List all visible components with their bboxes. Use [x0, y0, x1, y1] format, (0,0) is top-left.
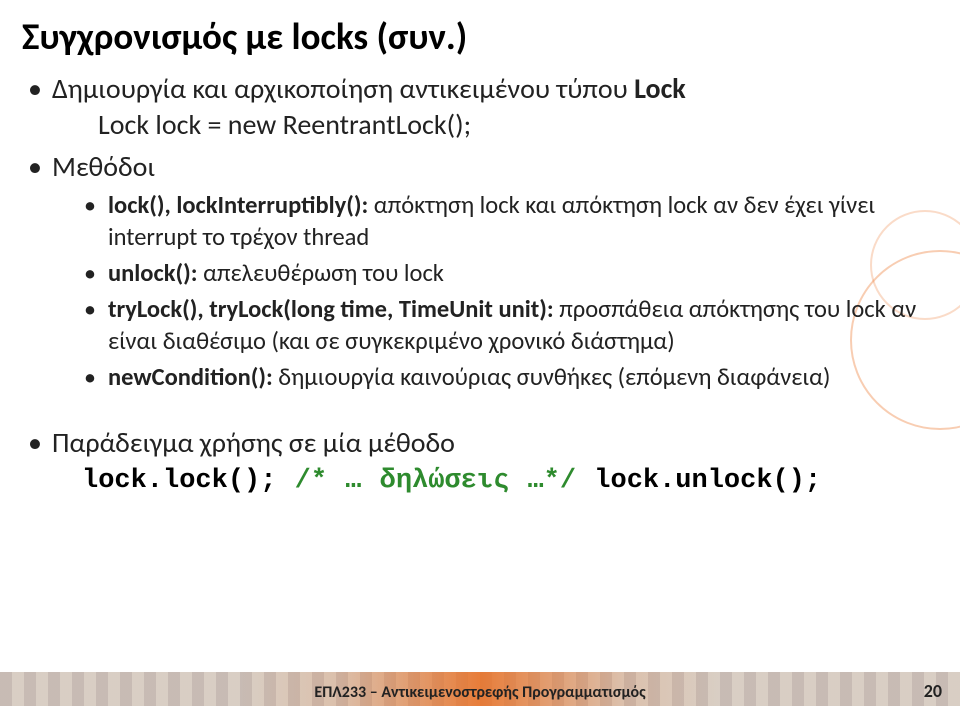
method-desc: δημιουργία καινούριας συνθήκες (επόμενη … — [278, 362, 830, 392]
code-gap — [576, 466, 594, 496]
code-gap — [276, 466, 294, 496]
method-desc: απελευθέρωση του lock — [203, 258, 444, 288]
bullet-item: Παράδειγμα χρήσης σε μία μέθοδο lock.loc… — [24, 425, 938, 500]
code-line: lock.lock(); /* … δηλώσεις …*/ lock.unlo… — [52, 464, 938, 500]
method-name: lock(), lockInterruptibly(): — [108, 190, 374, 220]
code-text: Lock lock = new ReentrantLock(); — [52, 106, 938, 144]
sub-bullet-item: unlock(): απελευθέρωση του lock — [84, 258, 938, 290]
sub-bullet-item: tryLock(), tryLock(long time, TimeUnit u… — [84, 294, 938, 358]
page-number: 20 — [924, 680, 942, 702]
code-comment: /* … δηλώσεις …*/ — [295, 466, 576, 496]
slide: Συγχρονισμός με locks (συν.) Δημιουργία … — [0, 0, 960, 706]
bullet-text: Μεθόδοι — [52, 149, 155, 184]
slide-title: Συγχρονισμός με locks (συν.) — [22, 14, 938, 59]
footer-course: ΕΠΛ233 – Αντικειμενοστρεφής Προγραμματισ… — [0, 683, 960, 702]
sub-bullet-item: newCondition(): δημιουργία καινούριας συ… — [84, 362, 938, 394]
sub-bullet-item: lock(), lockInterruptibly(): απόκτηση lo… — [84, 190, 938, 254]
method-name: unlock(): — [108, 258, 203, 288]
code-token: lock.lock(); — [82, 466, 276, 496]
slide-content: Δημιουργία και αρχικοποίηση αντικειμένου… — [22, 71, 938, 500]
method-name: tryLock(), tryLock(long time, TimeUnit u… — [108, 294, 559, 324]
bullet-item: Μεθόδοι lock(), lockInterruptibly(): από… — [24, 149, 938, 393]
method-name: newCondition(): — [108, 362, 278, 392]
bullet-text: Παράδειγμα χρήσης σε μία μέθοδο — [52, 425, 455, 460]
slide-footer: ΕΠΛ233 – Αντικειμενοστρεφής Προγραμματισ… — [0, 672, 960, 706]
bullet-text: Δημιουργία και αρχικοποίηση αντικειμένου… — [52, 71, 634, 106]
bullet-item: Δημιουργία και αρχικοποίηση αντικειμένου… — [24, 71, 938, 143]
bullet-text-bold: Lock — [634, 71, 686, 106]
code-token: lock.unlock(); — [594, 466, 821, 496]
